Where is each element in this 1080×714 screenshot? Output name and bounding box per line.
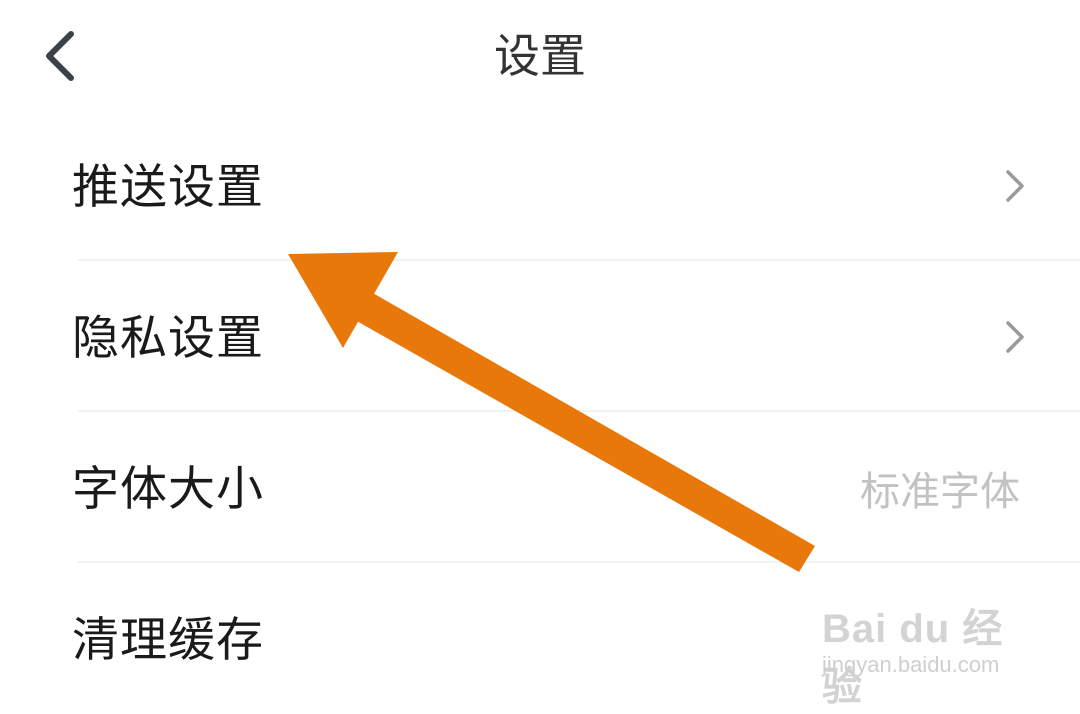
settings-list: 推送设置 隐私设置 字体大小 标准字体 清理缓存 <box>0 110 1080 714</box>
header-bar: 设置 <box>0 0 1080 110</box>
settings-item-push[interactable]: 推送设置 <box>0 110 1080 261</box>
settings-item-label: 字体大小 <box>72 462 264 517</box>
settings-item-label: 清理缓存 <box>72 613 264 668</box>
settings-item-clear-cache[interactable]: 清理缓存 <box>0 563 1080 714</box>
chevron-right-icon <box>1006 321 1024 353</box>
chevron-right-icon <box>1006 170 1024 202</box>
settings-item-label: 推送设置 <box>72 160 264 215</box>
settings-item-privacy[interactable]: 隐私设置 <box>0 261 1080 412</box>
font-size-value: 标准字体 <box>860 469 1020 515</box>
settings-item-label: 隐私设置 <box>72 311 264 366</box>
page-title: 设置 <box>494 29 586 83</box>
settings-item-font-size[interactable]: 字体大小 标准字体 <box>0 412 1080 563</box>
